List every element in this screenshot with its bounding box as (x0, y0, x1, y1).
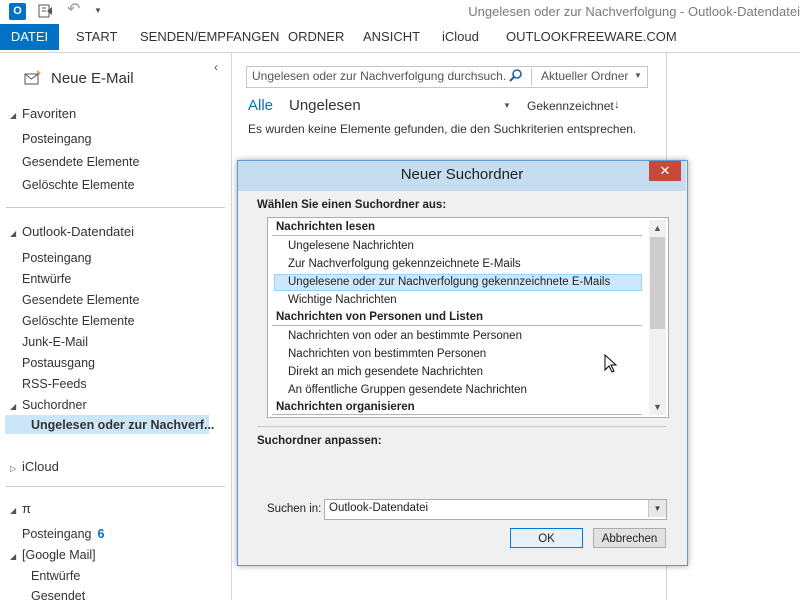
folder-item[interactable]: Postausgang (22, 356, 95, 370)
group-divider (272, 235, 642, 236)
folder-item[interactable]: Gesendete Elemente (22, 293, 139, 307)
list-group-header: Nachrichten von Personen und Listen (276, 311, 484, 323)
sort-by-button[interactable]: Gekennzeichnet (527, 99, 614, 113)
section-label: Outlook-Datendatei (22, 224, 135, 239)
folder-item[interactable]: Posteingang (22, 251, 92, 265)
folder-suchordner[interactable]: ◢ Suchordner (10, 398, 87, 412)
search-placeholder[interactable]: Ungelesen oder zur Nachverfolgung durchs… (252, 69, 507, 83)
filter-unread[interactable]: Ungelesen (289, 97, 361, 114)
customize-icon[interactable]: ▼ (94, 4, 104, 18)
section-label: iCloud (22, 459, 59, 474)
chevron-down-icon[interactable]: ▼ (503, 101, 511, 110)
collapse-triangle-icon: ◢ (10, 552, 17, 561)
section-account[interactable]: ◢ π (10, 501, 31, 516)
scroll-up-icon[interactable]: ▲ (649, 220, 666, 236)
tab-start[interactable]: START (76, 24, 117, 50)
new-mail-button[interactable]: Neue E-Mail (51, 70, 134, 87)
tab-ansicht[interactable]: ANSICHT (363, 24, 420, 50)
list-item[interactable]: Zur Nachverfolgung gekennzeichnete E-Mai… (288, 258, 521, 270)
divider (6, 486, 225, 487)
list-item-selected[interactable]: Ungelesene oder zur Nachverfolgung geken… (288, 276, 610, 288)
section-outlook-datendatei[interactable]: ◢ Outlook-Datendatei (10, 224, 134, 239)
search-in-label: Suchen in: (267, 503, 322, 515)
sort-direction-icon[interactable]: ↓ (614, 97, 620, 111)
search-in-value[interactable]: Outlook-Datendatei (329, 502, 428, 514)
folder-item[interactable]: Gesendet (31, 589, 85, 603)
group-divider (272, 325, 642, 326)
section-label: Favoriten (22, 106, 77, 121)
undo-icon[interactable]: ↶ (67, 1, 83, 19)
section-favoriten[interactable]: ◢ Favoriten (10, 106, 76, 121)
customize-label: Suchordner anpassen: (257, 435, 382, 447)
collapse-triangle-icon: ◢ (10, 229, 17, 238)
folder-label: Posteingang (22, 527, 92, 541)
dialog-separator (257, 426, 666, 427)
folder-item[interactable]: Posteingang (22, 132, 92, 146)
new-mail-icon[interactable] (24, 70, 41, 85)
search-scope-dropdown[interactable]: Aktueller Ordner (541, 69, 628, 83)
search-separator (531, 68, 532, 85)
unread-count-badge: 6 (97, 527, 105, 541)
list-item[interactable]: Direkt an mich gesendete Nachrichten (288, 366, 483, 378)
folder-item[interactable]: RSS-Feeds (22, 377, 87, 391)
empty-message: Es wurden keine Elemente gefunden, die d… (248, 122, 637, 136)
section-icloud[interactable]: ▷ iCloud (10, 459, 59, 474)
list-item[interactable]: Nachrichten von oder an bestimmte Person… (288, 330, 522, 342)
mouse-cursor-icon (604, 353, 618, 374)
folder-label: Suchordner (22, 398, 87, 412)
tab-ordner[interactable]: ORDNER (288, 24, 344, 50)
collapse-triangle-icon: ◢ (10, 402, 17, 411)
filter-all[interactable]: Alle (248, 97, 273, 114)
send-receive-icon[interactable] (38, 3, 54, 19)
folder-item[interactable]: Gesendete Elemente (22, 155, 139, 169)
chevron-down-icon[interactable]: ▼ (634, 71, 642, 80)
list-item[interactable]: Wichtige Nachrichten (288, 294, 397, 306)
section-label: π (22, 501, 31, 516)
tab-senden-empfangen[interactable]: SENDEN/EMPFANGEN (140, 24, 279, 50)
folder-item[interactable]: Junk-E-Mail (22, 335, 88, 349)
list-group-header: Nachrichten organisieren (276, 401, 415, 413)
chevron-down-icon[interactable]: ▼ (648, 500, 666, 517)
group-divider (272, 414, 642, 415)
folder-item[interactable]: Entwürfe (31, 569, 80, 583)
folder-label: [Google Mail] (22, 548, 96, 562)
list-group-header: Nachrichten lesen (276, 221, 376, 233)
tab-icloud[interactable]: iCloud (442, 24, 479, 50)
tab-datei[interactable]: DATEI (0, 24, 59, 50)
cancel-button[interactable]: Abbrechen (593, 528, 666, 548)
folder-google-mail[interactable]: ◢ [Google Mail] (10, 548, 96, 562)
divider (6, 207, 225, 208)
folder-item-selected[interactable]: Ungelesen oder zur Nachverf... (31, 418, 214, 432)
expand-triangle-icon: ▷ (10, 464, 17, 473)
folder-item[interactable]: Gelöschte Elemente (22, 314, 135, 328)
dialog-title: Neuer Suchordner (400, 166, 524, 183)
close-icon[interactable]: ✕ (649, 161, 681, 181)
ok-button[interactable]: OK (510, 528, 583, 548)
collapse-triangle-icon: ◢ (10, 111, 17, 120)
chevron-left-icon[interactable]: ‹ (214, 60, 218, 74)
outlook-icon[interactable]: O (9, 3, 26, 20)
folder-item[interactable]: Gelöschte Elemente (22, 178, 135, 192)
scroll-down-icon[interactable]: ▼ (649, 399, 666, 415)
folder-item-posteingang[interactable]: Posteingang 6 (22, 527, 104, 541)
dialog-prompt: Wählen Sie einen Suchordner aus: (257, 199, 447, 211)
search-icon[interactable] (508, 68, 524, 84)
window-title: Ungelesen oder zur Nachverfolgung - Outl… (468, 4, 800, 19)
folder-item[interactable]: Entwürfe (22, 272, 71, 286)
list-item[interactable]: Ungelesene Nachrichten (288, 240, 414, 252)
collapse-triangle-icon: ◢ (10, 506, 17, 515)
list-item[interactable]: Nachrichten von bestimmten Personen (288, 348, 486, 360)
list-item[interactable]: An öffentliche Gruppen gesendete Nachric… (288, 384, 527, 396)
scrollbar-thumb[interactable] (650, 237, 665, 329)
tab-outlookfreeware[interactable]: OUTLOOKFREEWARE.COM (506, 24, 677, 50)
